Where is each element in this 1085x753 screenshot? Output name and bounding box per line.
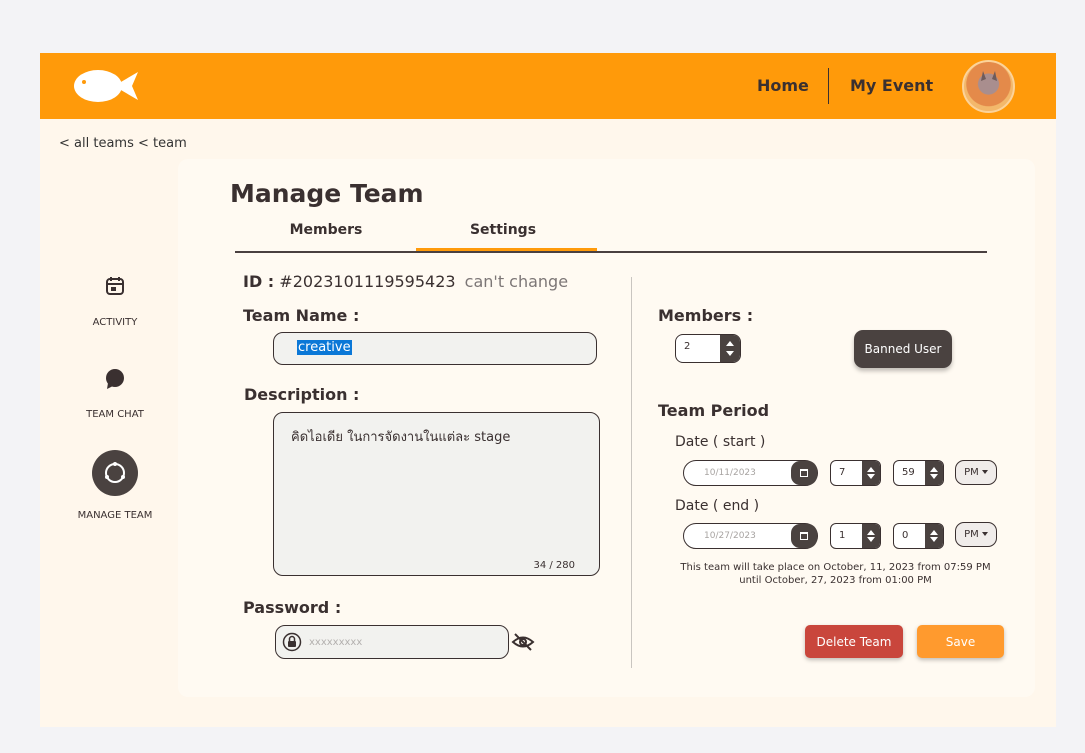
save-button[interactable]: Save [917,625,1004,658]
end-hour-stepper[interactable]: 1 [830,523,881,549]
manage-team-card: Manage Team Members Settings ID : #20231… [178,159,1035,697]
team-period-summary: This team will take place on October, 11… [668,561,1003,587]
start-ampm-value: PM [964,467,979,478]
end-hour-value: 1 [839,530,846,541]
team-period-label: Team Period [658,401,770,420]
calendar-picker-icon[interactable] [791,524,817,548]
caret-down-icon [981,470,988,474]
members-label: Members : [658,306,754,325]
description-label: Description : [244,385,360,404]
chevron-up-icon[interactable] [930,530,938,535]
description-textarea[interactable]: คิดไอเดีย ในการจัดงานในแต่ละ stage 34 / … [273,412,600,576]
end-date-input[interactable]: 10/27/2023 [683,523,818,549]
calendar-icon [106,277,124,295]
delete-team-button[interactable]: Delete Team [805,625,903,658]
team-id-note: can't change [464,272,569,291]
nav-divider [828,68,829,104]
chevron-down-icon[interactable] [726,351,734,356]
password-label: Password : [243,598,342,617]
end-ampm-select[interactable]: PM [955,522,997,547]
chevron-up-icon[interactable] [930,467,938,472]
start-hour-stepper[interactable]: 7 [830,460,881,486]
team-id-value: #2023101119595423 [279,272,456,291]
breadcrumb[interactable]: < all teams < team [59,136,187,151]
nav-my-event-link[interactable]: My Event [850,76,933,95]
start-date-label: Date ( start ) [675,434,766,450]
start-minute-stepper[interactable]: 59 [893,460,944,486]
end-hour-buttons[interactable] [862,524,880,548]
start-ampm-select[interactable]: PM [955,460,997,485]
end-date-label: Date ( end ) [675,498,760,514]
column-divider [631,277,632,668]
start-hour-value: 7 [839,467,846,478]
avatar-character-icon [981,71,997,81]
description-value: คิดไอเดีย ในการจัดงานในแต่ละ stage [291,430,511,445]
end-ampm-value: PM [964,529,979,540]
app-window: Home My Event < all teams < team ACTIVIT… [40,53,1056,727]
end-minute-buttons[interactable] [925,524,943,548]
start-date-input[interactable]: 10/11/2023 [683,460,818,486]
chevron-up-icon[interactable] [726,341,734,346]
sidebar-item-label: ACTIVITY [92,317,138,328]
team-name-label: Team Name : [243,306,360,325]
period-summary-line: until October, 27, 2023 from 01:00 PM [739,575,932,586]
top-bar: Home My Event [40,53,1056,119]
start-date-value: 10/11/2023 [704,468,756,478]
calendar-picker-icon[interactable] [791,461,817,485]
chevron-up-icon[interactable] [867,467,875,472]
tab-settings[interactable]: Settings [413,222,593,238]
end-date-value: 10/27/2023 [704,531,756,541]
start-minute-buttons[interactable] [925,461,943,485]
tab-active-indicator [416,248,597,251]
sidebar-item-manage-team[interactable]: MANAGE TEAM [65,450,165,521]
description-char-count: 34 / 280 [533,560,575,571]
eye-off-icon[interactable] [511,632,535,652]
members-stepper[interactable]: 2 [675,334,741,363]
end-minute-stepper[interactable]: 0 [893,523,944,549]
sidebar-item-label: MANAGE TEAM [77,510,153,521]
start-minute-value: 59 [902,467,915,478]
team-id-row: ID : #2023101119595423 can't change [243,272,568,291]
chat-bubble-icon [106,369,124,389]
lock-icon [282,632,302,652]
team-name-input[interactable]: creative [273,332,597,365]
nav-home-link[interactable]: Home [757,76,809,95]
chevron-down-icon[interactable] [867,474,875,479]
manage-circle-icon [92,450,138,496]
password-placeholder: xxxxxxxxx [309,637,363,648]
password-input[interactable]: xxxxxxxxx [275,625,509,659]
end-minute-value: 0 [902,530,909,541]
team-id-label: ID : [243,272,275,291]
sidebar-item-activity[interactable]: ACTIVITY [65,275,165,328]
banned-user-button[interactable]: Banned User [854,330,952,368]
members-value: 2 [684,341,691,352]
tab-underline [235,251,987,253]
members-stepper-buttons[interactable] [720,335,740,362]
fish-logo-icon[interactable] [74,69,140,103]
tab-members[interactable]: Members [236,222,416,238]
period-summary-line: This team will take place on October, 11… [680,562,991,573]
chevron-down-icon[interactable] [867,537,875,542]
start-hour-buttons[interactable] [862,461,880,485]
avatar[interactable] [962,60,1015,113]
chevron-down-icon[interactable] [930,474,938,479]
page-title: Manage Team [230,179,424,208]
caret-down-icon [981,532,988,536]
sidebar-item-label: TEAM CHAT [86,409,144,420]
sidebar-item-team-chat[interactable]: TEAM CHAT [65,368,165,420]
chevron-down-icon[interactable] [930,537,938,542]
team-name-value: creative [297,340,352,355]
chevron-up-icon[interactable] [867,530,875,535]
